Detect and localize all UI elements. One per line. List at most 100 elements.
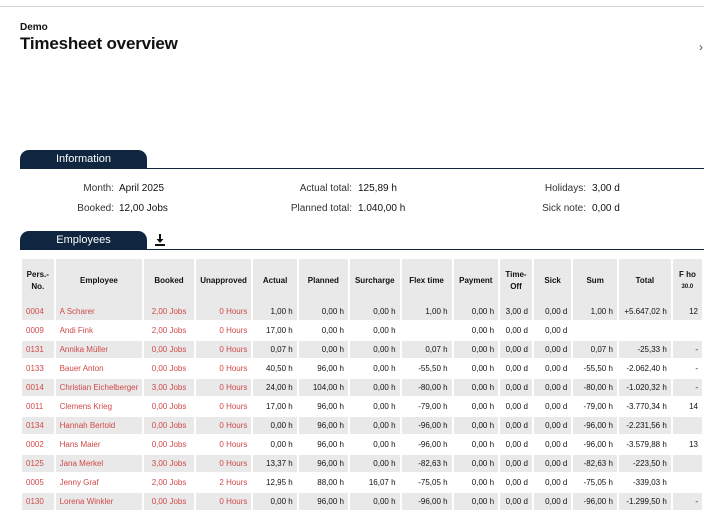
table-row[interactable]: 0004 A Scharer 2,00 Jobs 0 Hours 1,00 h 0,00 …	[22, 303, 702, 322]
employee-name-link[interactable]: Clemens Krieg	[55, 398, 143, 417]
unapproved-link[interactable]: 0 Hours	[195, 360, 252, 379]
unapproved-link[interactable]: 0 Hours	[195, 303, 252, 322]
unapproved-link[interactable]: 0 Hours	[195, 493, 252, 512]
table-row[interactable]: 0005 Jenny Graf 2,00 Jobs 2 Hours 12,95 h 88,…	[22, 474, 702, 493]
payment-cell: 0,00 h	[453, 398, 499, 417]
partial-cell	[672, 322, 702, 341]
actual-cell: 13,37 h	[253, 455, 297, 474]
top-divider	[0, 6, 704, 7]
employee-name-link[interactable]: Bauer Anton	[55, 360, 143, 379]
employee-name-link[interactable]: Jana Merkel	[55, 455, 143, 474]
partial-cell	[672, 417, 702, 436]
table-row[interactable]: 0009 Andi Fink 2,00 Jobs 0 Hours 17,00 h 0,00…	[22, 322, 702, 341]
pers-no-link[interactable]: 0134	[22, 417, 54, 436]
actual-total-label: Actual total:	[299, 183, 352, 194]
booked-link[interactable]: 0,00 Jobs	[144, 360, 194, 379]
col-sick[interactable]: Sick	[533, 259, 572, 303]
table-row[interactable]: 0130 Lorena Winkler 0,00 Jobs 0 Hours 0,00 h…	[22, 493, 702, 512]
actual-cell: 40,50 h	[253, 360, 297, 379]
flex-time-cell: -79,00 h	[401, 398, 452, 417]
time-off-cell: 0,00 d	[500, 322, 532, 341]
booked-link[interactable]: 0,00 Jobs	[144, 398, 194, 417]
employee-name-link[interactable]: Jenny Graf	[55, 474, 143, 493]
planned-cell: 0,00 h	[298, 341, 348, 360]
booked-link[interactable]: 0,00 Jobs	[144, 341, 194, 360]
planned-cell: 96,00 h	[298, 417, 348, 436]
col-unapproved[interactable]: Unapproved	[195, 259, 252, 303]
pers-no-link[interactable]: 0133	[22, 360, 54, 379]
total-cell: -339,03 h	[618, 474, 671, 493]
table-row[interactable]: 0002 Hans Maier 0,00 Jobs 0 Hours 0,00 h 96,0…	[22, 436, 702, 455]
planned-cell: 0,00 h	[298, 322, 348, 341]
employee-name-link[interactable]: Annika Müller	[55, 341, 143, 360]
employee-name-link[interactable]: Hans Maier	[55, 436, 143, 455]
col-sum[interactable]: Sum	[573, 259, 617, 303]
booked-link[interactable]: 3,00 Jobs	[144, 379, 194, 398]
employee-name-link[interactable]: Christian Eichelberger	[55, 379, 143, 398]
booked-link[interactable]: 0,00 Jobs	[144, 417, 194, 436]
tab-employees[interactable]: Employees	[20, 231, 147, 250]
employee-name-link[interactable]: Hannah Bertold	[55, 417, 143, 436]
flex-time-cell: -55,50 h	[401, 360, 452, 379]
partial-cell: 14	[672, 398, 702, 417]
unapproved-link[interactable]: 0 Hours	[195, 379, 252, 398]
unapproved-link[interactable]: 0 Hours	[195, 417, 252, 436]
surcharge-cell: 0,00 h	[349, 398, 400, 417]
col-flex-time[interactable]: Flex time	[401, 259, 452, 303]
employee-name-link[interactable]: Lorena Winkler	[55, 493, 143, 512]
booked-link[interactable]: 0,00 Jobs	[144, 493, 194, 512]
table-row[interactable]: 0131 Annika Müller 0,00 Jobs 0 Hours 0,07 h0…	[22, 341, 702, 360]
pers-no-link[interactable]: 0005	[22, 474, 54, 493]
pers-no-link[interactable]: 0014	[22, 379, 54, 398]
pers-no-link[interactable]: 0011	[22, 398, 54, 417]
partial-cell: -	[672, 379, 702, 398]
col-employee[interactable]: Employee	[55, 259, 143, 303]
col-planned[interactable]: Planned	[298, 259, 348, 303]
col-time-off[interactable]: Time-Off	[500, 259, 532, 303]
unapproved-link[interactable]: 0 Hours	[195, 341, 252, 360]
unapproved-link[interactable]: 0 Hours	[195, 322, 252, 341]
sick-note-value: 0,00 d	[592, 203, 620, 214]
col-total[interactable]: Total	[618, 259, 671, 303]
employee-name-link[interactable]: A Scharer	[55, 303, 143, 322]
table-row[interactable]: 0014 Christian Eichelberger 3,00 Jobs 0 Hou…	[22, 379, 702, 398]
total-cell: +5.647,02 h	[618, 303, 671, 322]
actual-cell: 12,95 h	[253, 474, 297, 493]
download-icon[interactable]	[155, 234, 165, 246]
booked-link[interactable]: 2,00 Jobs	[144, 474, 194, 493]
booked-link[interactable]: 0,00 Jobs	[144, 436, 194, 455]
pers-no-link[interactable]: 0125	[22, 455, 54, 474]
table-row[interactable]: 0134 Hannah Bertold 0,00 Jobs 0 Hours 0,00 h…	[22, 417, 702, 436]
col-partial[interactable]: F ho 30.0	[672, 259, 702, 303]
actual-cell: 17,00 h	[253, 322, 297, 341]
booked-link[interactable]: 2,00 Jobs	[144, 322, 194, 341]
pers-no-link[interactable]: 0131	[22, 341, 54, 360]
actual-cell: 0,00 h	[253, 436, 297, 455]
booked-link[interactable]: 2,00 Jobs	[144, 303, 194, 322]
table-row[interactable]: 0011 Clemens Krieg 0,00 Jobs 0 Hours 17,00 h…	[22, 398, 702, 417]
pers-no-link[interactable]: 0009	[22, 322, 54, 341]
col-payment[interactable]: Payment	[453, 259, 499, 303]
table-row[interactable]: 0125 Jana Merkel 3,00 Jobs 0 Hours 13,37 h 96…	[22, 455, 702, 474]
unapproved-link[interactable]: 2 Hours	[195, 474, 252, 493]
tab-information[interactable]: Information	[20, 150, 147, 169]
unapproved-link[interactable]: 0 Hours	[195, 398, 252, 417]
pers-no-link[interactable]: 0004	[22, 303, 54, 322]
surcharge-cell: 0,00 h	[349, 493, 400, 512]
sick-cell: 0,00 d	[533, 322, 572, 341]
col-booked[interactable]: Booked	[144, 259, 194, 303]
close-icon[interactable]: ›	[699, 40, 703, 54]
col-pers-no[interactable]: Pers.-No.	[22, 259, 54, 303]
employee-name-link[interactable]: Andi Fink	[55, 322, 143, 341]
col-partial-label: F ho	[678, 270, 696, 279]
time-off-cell: 0,00 d	[500, 455, 532, 474]
pers-no-link[interactable]: 0130	[22, 493, 54, 512]
planned-cell: 96,00 h	[298, 360, 348, 379]
col-surcharge[interactable]: Surcharge	[349, 259, 400, 303]
booked-link[interactable]: 3,00 Jobs	[144, 455, 194, 474]
col-actual[interactable]: Actual	[253, 259, 297, 303]
table-row[interactable]: 0133 Bauer Anton 0,00 Jobs 0 Hours 40,50 h 96…	[22, 360, 702, 379]
unapproved-link[interactable]: 0 Hours	[195, 436, 252, 455]
unapproved-link[interactable]: 0 Hours	[195, 455, 252, 474]
pers-no-link[interactable]: 0002	[22, 436, 54, 455]
